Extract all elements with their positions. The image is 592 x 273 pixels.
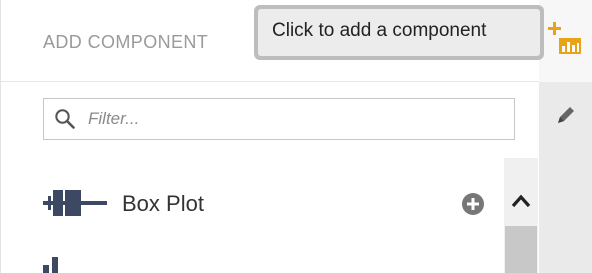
bar-chart-icon (43, 257, 58, 273)
add-circle-icon[interactable] (461, 192, 485, 216)
right-toolbar (539, 0, 592, 273)
list-scrollbar[interactable] (504, 158, 538, 273)
tooltip: Click to add a component (254, 5, 544, 60)
search-icon (55, 109, 75, 129)
add-chart-icon[interactable] (547, 18, 585, 58)
box-plot-icon (43, 190, 107, 216)
tooltip-text: Click to add a component (258, 9, 540, 56)
app-root: ADD COMPONENT , , Box Plot (0, 0, 592, 273)
scroll-thumb[interactable] (505, 226, 537, 273)
scroll-up-arrow-icon[interactable] (504, 186, 538, 216)
list-item-box-plot[interactable]: Box Plot (1, 180, 504, 226)
panel-title: ADD COMPONENT (43, 32, 209, 52)
pencil-icon[interactable] (555, 104, 577, 126)
filter-field[interactable] (43, 98, 515, 140)
filter-input[interactable] (88, 105, 503, 133)
list-item-label: Box Plot (122, 191, 204, 216)
